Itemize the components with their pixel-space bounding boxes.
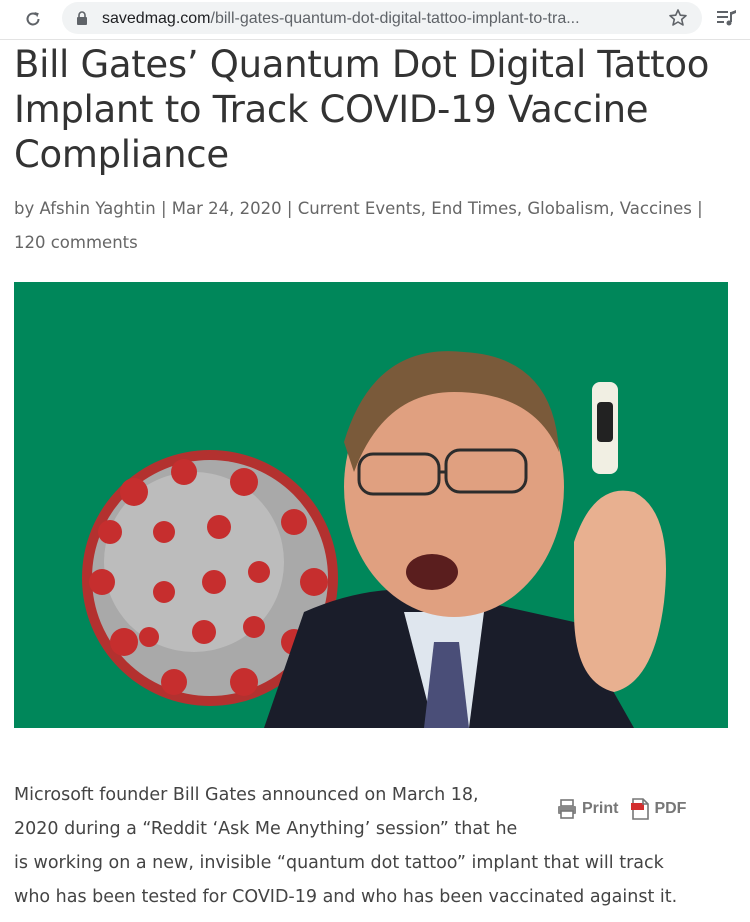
bookmark-star-icon[interactable] (668, 8, 688, 28)
featured-image (14, 282, 728, 728)
meta-separator: | (286, 199, 293, 218)
media-control-icon[interactable] (716, 8, 738, 28)
category-current-events[interactable]: Current Events (298, 199, 421, 218)
author-prefix: by (14, 199, 35, 218)
category-end-times[interactable]: End Times (431, 199, 517, 218)
print-pdf-links: Print PDF (556, 796, 716, 822)
article-title: Bill Gates’ Quantum Dot Digital Tattoo I… (14, 43, 710, 176)
address-bar[interactable]: savedmag.com/bill-gates-quantum-dot-digi… (62, 2, 702, 34)
reload-icon (26, 12, 40, 26)
body-line: 2020 during a “Reddit ‘Ask Me Anything’ … (14, 819, 518, 839)
url-path: /bill-gates-quantum-dot-digital-tattoo-i… (210, 10, 580, 27)
post-meta: by Afshin Yaghtin | Mar 24, 2020 | Curre… (14, 199, 703, 252)
comments-link[interactable]: 120 comments (14, 233, 138, 252)
url-text[interactable]: savedmag.com/bill-gates-quantum-dot-digi… (102, 9, 662, 29)
body-line: who has been tested for COVID-19 and who… (14, 887, 678, 907)
pdf-icon (631, 798, 650, 820)
browser-toolbar: savedmag.com/bill-gates-quantum-dot-digi… (0, 0, 750, 40)
meta-separator: | (160, 199, 167, 218)
pdf-label: PDF (654, 800, 687, 817)
pdf-button[interactable]: PDF (630, 798, 686, 820)
printer-icon (558, 799, 576, 819)
print-label: Print (582, 800, 619, 817)
category-vaccines[interactable]: Vaccines (620, 199, 692, 218)
meta-separator: | (697, 199, 703, 218)
author-link[interactable]: Afshin Yaghtin (40, 199, 156, 218)
body-line: Microsoft founder Bill Gates announced o… (14, 785, 479, 805)
body-line: is working on a new, invisible “quantum … (14, 853, 664, 873)
post-date: Mar 24, 2020 (171, 199, 282, 218)
category-globalism[interactable]: Globalism (527, 199, 609, 218)
lock-icon (77, 11, 87, 25)
print-button[interactable]: Print (556, 798, 618, 820)
reload-button[interactable] (20, 6, 46, 32)
url-host: savedmag.com (102, 10, 211, 27)
hero-illustration (14, 282, 728, 728)
